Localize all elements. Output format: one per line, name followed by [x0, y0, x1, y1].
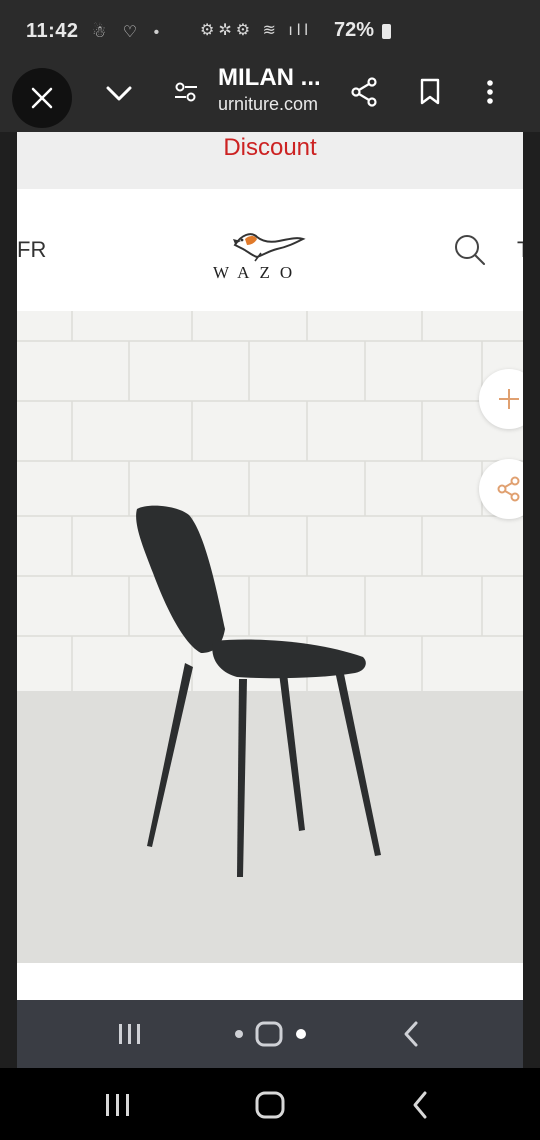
battery-icon [382, 24, 391, 39]
close-icon [31, 87, 53, 109]
chevron-down-icon [106, 86, 132, 101]
device-frame: 11:42 ☃ ♡ • ⚙✲⚙ ≋ ıll 72% MILAN ... urni… [0, 0, 540, 1140]
site-header: FR WAZO T [17, 189, 523, 311]
recent-apps-icon [119, 1024, 140, 1044]
app-nav-bar [17, 1000, 523, 1068]
promo-banner[interactable]: Discount [17, 132, 523, 189]
bird-logo-icon [233, 233, 306, 262]
back-chevron-icon [413, 1091, 427, 1119]
system-recents-button[interactable] [104, 1092, 132, 1123]
system-home-button[interactable] [254, 1090, 286, 1125]
share-button[interactable] [344, 72, 384, 112]
site-logo[interactable]: WAZO [207, 225, 317, 285]
content-below-image [17, 963, 523, 1000]
minimize-button[interactable] [98, 72, 140, 114]
notification-icons: ☃ ♡ • [92, 24, 166, 41]
more-options-button[interactable] [474, 72, 506, 112]
status-time: 11:42 [26, 20, 79, 42]
home-icon [255, 1091, 285, 1119]
home-pill-icon [235, 1021, 306, 1047]
page-title: MILAN ... [218, 64, 321, 91]
plus-icon [499, 389, 519, 409]
close-button[interactable] [12, 68, 72, 128]
bookmark-icon [420, 78, 440, 105]
home-button[interactable] [231, 1020, 311, 1048]
language-switch[interactable]: FR [17, 237, 46, 263]
browser-toolbar: MILAN ... urniture.com [0, 54, 540, 132]
system-nav-bar [0, 1068, 540, 1140]
site-settings-button[interactable] [168, 74, 204, 110]
tune-icon [175, 82, 197, 102]
system-status-icons: ⚙✲⚙ ≋ ıll [200, 22, 312, 39]
share-icon [351, 77, 377, 107]
battery-percent: 72% [334, 19, 375, 41]
share-icon [497, 476, 520, 502]
back-chevron-icon [404, 1021, 418, 1047]
bookmark-button[interactable] [412, 72, 448, 112]
chair-photo [17, 311, 523, 963]
promo-text: Discount [223, 134, 317, 161]
logo-wordmark: WAZO [213, 263, 303, 282]
web-content: Discount FR WAZO T [17, 132, 523, 1000]
search-button[interactable] [453, 233, 487, 272]
back-button[interactable] [401, 1020, 421, 1053]
page-url: urniture.com [218, 94, 319, 114]
more-vert-icon [487, 80, 493, 104]
recent-apps-icon [106, 1094, 129, 1116]
page-title-block[interactable]: MILAN ... urniture.com [218, 64, 348, 115]
cart-icon[interactable]: T [517, 237, 523, 263]
recent-apps-button[interactable] [117, 1022, 143, 1051]
status-bar: 11:42 ☃ ♡ • ⚙✲⚙ ≋ ıll 72% [0, 0, 540, 54]
system-back-button[interactable] [410, 1090, 430, 1125]
search-icon [455, 235, 485, 265]
product-image[interactable] [17, 311, 523, 963]
